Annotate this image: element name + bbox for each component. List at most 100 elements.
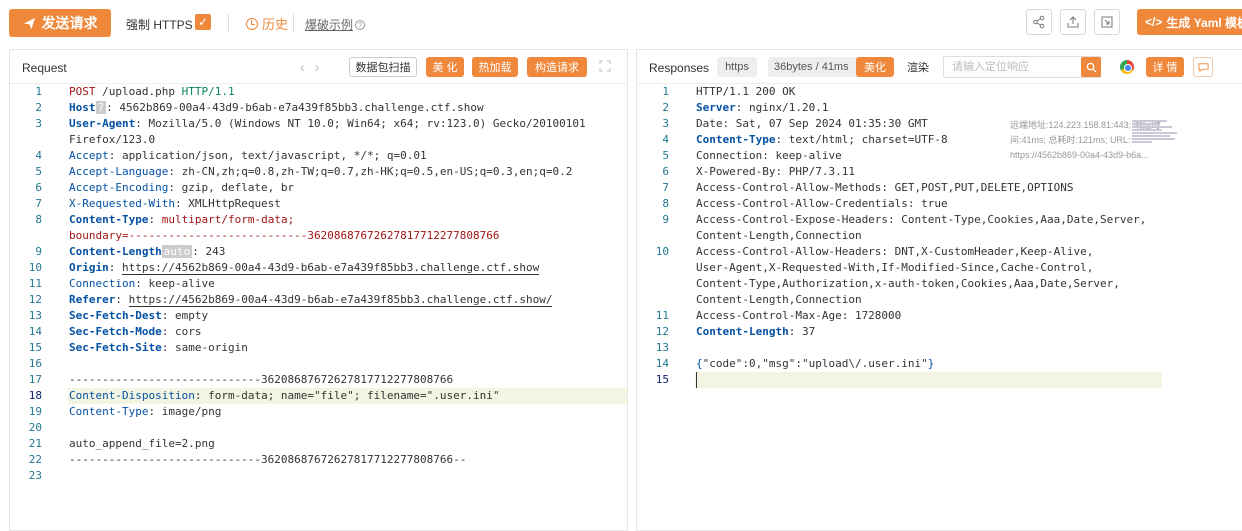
nav-arrows[interactable]: ‹› <box>300 59 329 75</box>
token: Date: Sat, 07 Sep 2024 01:35:30 GMT <box>696 117 928 130</box>
line-text: Content-Type,Authorization,x-auth-token,… <box>696 276 1120 292</box>
line-number: 1 <box>35 85 42 98</box>
token: Access-Control-Allow-Methods: GET,POST,P… <box>696 181 1074 194</box>
token: Origin <box>69 261 109 274</box>
blast-example-link[interactable]: 爆破示例? <box>305 16 366 33</box>
token: : XMLHttpRequest <box>174 197 281 210</box>
beautify-response-button[interactable]: 美化 <box>856 57 894 77</box>
header-badge: auto <box>161 245 193 258</box>
code-icon: </> <box>1145 15 1163 29</box>
line-number: 5 <box>662 149 669 162</box>
token: Content-Disposition <box>69 389 195 402</box>
request-header: Request ‹› 数据包扫描 美 化 热加载 构造请求 <box>10 50 627 84</box>
line-number: 13 <box>28 309 42 322</box>
token: Content-Length <box>696 325 789 338</box>
build-request-button[interactable]: 构造请求 <box>527 57 587 77</box>
line-number: 3 <box>662 117 669 130</box>
share-button[interactable] <box>1026 9 1052 35</box>
code-line: 15 <box>637 372 1242 388</box>
code-line: 17 -----------------------------362086876… <box>10 372 627 388</box>
divider <box>228 14 229 32</box>
comment-button[interactable] <box>1193 57 1213 77</box>
code-line: 4 Accept: application/json, text/javascri… <box>10 148 627 164</box>
divider <box>293 14 294 32</box>
token: : same-origin <box>161 341 248 354</box>
send-request-label: 发送请求 <box>41 15 98 31</box>
line-number: 10 <box>655 245 669 258</box>
line-text: Sec-Fetch-Site: same-origin <box>69 340 248 356</box>
code-line: 3 User-Agent: Mozilla/5.0 (Windows NT 10.… <box>10 116 627 132</box>
generate-yaml-button[interactable]: </> 生成 Yaml 模板 <box>1137 9 1242 35</box>
line-number: 7 <box>662 181 669 194</box>
history-label: 历史 <box>262 17 289 32</box>
response-header: Responses https 36bytes / 41ms 美化 渲染 请输入… <box>637 50 1242 84</box>
code-line: 9 Access-Control-Expose-Headers: Content-… <box>637 212 1242 228</box>
line-text: -----------------------------36208687672… <box>69 452 466 468</box>
token: Connection: keep-alive <box>696 149 842 162</box>
line-text: Accept-Encoding: gzip, deflate, br <box>69 180 294 196</box>
line-text: Access-Control-Allow-Headers: DNT,X-Cust… <box>696 244 1093 260</box>
top-toolbar: 发送请求 强制 HTTPS ✓ 历史 爆破示例? </> 生成 Yaml 模板 <box>0 0 1242 46</box>
code-line: 8 Access-Control-Allow-Credentials: true <box>637 196 1242 212</box>
response-editor[interactable]: 远端地址:124.223.158.81:443; 响应时间:41ms; 总耗时:… <box>637 84 1242 530</box>
code-line: 10 Access-Control-Allow-Headers: DNT,X-Cu… <box>637 244 1242 260</box>
token: Firefox/123.0 <box>69 133 156 146</box>
line-number: 2 <box>35 101 42 114</box>
export-button[interactable] <box>1060 9 1086 35</box>
force-https-checkbox[interactable]: ✓ <box>195 14 211 30</box>
token: https://4562b869-00a4-43d9-b6ab-e7a439f8… <box>128 293 553 307</box>
code-line: 10 Origin: https://4562b869-00a4-43d9-b6a… <box>10 260 627 276</box>
line-text: X-Powered-By: PHP/7.3.11 <box>696 164 855 180</box>
token: : 37 <box>788 325 816 338</box>
search-button[interactable] <box>1081 57 1101 77</box>
token: Sec-Fetch-Dest <box>69 309 162 322</box>
token: Content-Type <box>696 133 776 146</box>
token: Connection <box>69 277 136 290</box>
code-line: Content-Length,Connection <box>637 292 1242 308</box>
import-icon <box>1101 16 1113 28</box>
locate-search-input[interactable]: 请输入定位响应 <box>943 56 1101 78</box>
line-text: Server: nginx/1.20.1 <box>696 100 828 116</box>
line-text: Content-Type: image/png <box>69 404 221 420</box>
line-text: Connection: keep-alive <box>69 276 215 292</box>
browser-icon[interactable] <box>1120 60 1134 74</box>
beautify-request-button[interactable]: 美 化 <box>426 57 464 77</box>
line-number: 12 <box>28 293 42 306</box>
code-line: 19 Content-Type: image/png <box>10 404 627 420</box>
code-line: 9 Content-Length auto: 243 <box>10 244 627 260</box>
token: Content-Type,Authorization,x-auth-token,… <box>696 277 1120 290</box>
token: Content-Length,Connection <box>696 229 862 242</box>
line-text: X-Requested-With: XMLHttpRequest <box>69 196 281 212</box>
line-number: 22 <box>28 453 42 466</box>
line-number: 3 <box>35 117 42 130</box>
render-button[interactable]: 渲染 <box>901 57 935 77</box>
clock-icon <box>246 17 258 30</box>
line-number: 17 <box>28 373 42 386</box>
code-line: 6 X-Powered-By: PHP/7.3.11 <box>637 164 1242 180</box>
import-button[interactable] <box>1094 9 1120 35</box>
code-line: User-Agent,X-Requested-With,If-Modified-… <box>637 260 1242 276</box>
details-button[interactable]: 详 情 <box>1146 57 1184 77</box>
token: Content-Length <box>69 245 162 258</box>
response-panel: Responses https 36bytes / 41ms 美化 渲染 请输入… <box>636 49 1242 531</box>
request-editor[interactable]: 1 POST /upload.php HTTP/1.1 2 Host?: 4562b8… <box>10 84 627 530</box>
packet-scan-button[interactable]: 数据包扫描 <box>349 57 417 77</box>
hot-load-button[interactable]: 热加载 <box>472 57 518 77</box>
line-number: 15 <box>655 373 669 386</box>
token: } <box>927 357 935 370</box>
share-icon <box>1033 15 1045 29</box>
text-cursor <box>696 372 697 388</box>
line-text: Accept: application/json, text/javascrip… <box>69 148 427 164</box>
line-text: User-Agent: Mozilla/5.0 (Windows NT 10.0… <box>69 116 586 132</box>
line-text: Referer: https://4562b869-00a4-43d9-b6ab… <box>69 292 553 308</box>
expand-icon[interactable] <box>599 60 611 72</box>
line-number: 11 <box>655 309 669 322</box>
line-text: Access-Control-Allow-Methods: GET,POST,P… <box>696 180 1074 196</box>
token: { <box>696 357 703 370</box>
send-request-button[interactable]: 发送请求 <box>9 9 111 37</box>
history-button[interactable]: 历史 <box>246 14 288 33</box>
token: HTTP/1.1 200 OK <box>696 85 796 98</box>
code-line: 3 Date: Sat, 07 Sep 2024 01:35:30 GMT <box>637 116 1242 132</box>
line-text: Sec-Fetch-Dest: empty <box>69 308 208 324</box>
line-text: POST /upload.php HTTP/1.1 <box>69 84 235 100</box>
